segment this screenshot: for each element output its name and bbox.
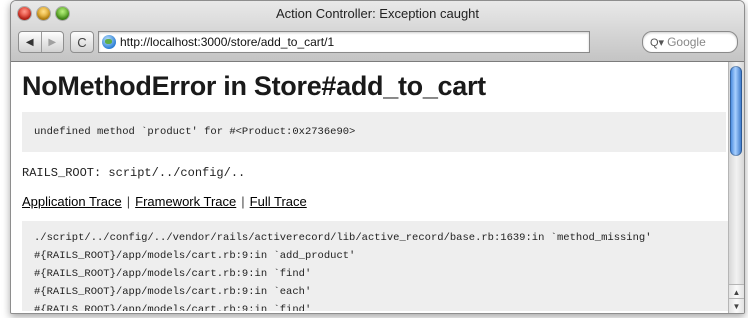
trace-box: ./script/../config/../vendor/rails/activ… bbox=[22, 221, 729, 311]
error-message-box: undefined method `product' for #<Product… bbox=[22, 112, 726, 152]
trace-line: #{RAILS_ROOT}/app/models/cart.rb:9:in `f… bbox=[34, 304, 312, 311]
link-separator: | bbox=[126, 194, 131, 209]
page-body: NoMethodError in Store#add_to_cart undef… bbox=[11, 62, 729, 313]
browser-window: Action Controller: Exception caught ◀ ▶ … bbox=[10, 0, 745, 314]
error-message: undefined method `product' for #<Product… bbox=[34, 126, 356, 138]
scroll-down-icon: ▼ bbox=[732, 301, 741, 311]
page-content: NoMethodError in Store#add_to_cart undef… bbox=[11, 62, 744, 313]
reload-button[interactable]: C bbox=[70, 31, 94, 53]
scroll-up-icon: ▲ bbox=[732, 287, 741, 297]
browser-toolbar: ◀ ▶ C http://localhost:3000/store/add_to… bbox=[18, 31, 738, 53]
navigation-buttons: ◀ ▶ bbox=[18, 31, 64, 53]
framework-trace-link[interactable]: Framework Trace bbox=[135, 194, 236, 209]
error-heading: NoMethodError in Store#add_to_cart bbox=[22, 71, 486, 101]
scroll-thumb[interactable] bbox=[730, 66, 742, 156]
forward-button[interactable]: ▶ bbox=[42, 32, 64, 52]
reload-icon: C bbox=[77, 34, 87, 50]
back-button[interactable]: ◀ bbox=[19, 32, 42, 52]
search-icon: Q▾ bbox=[650, 36, 665, 49]
window-title: Action Controller: Exception caught bbox=[275, 6, 480, 21]
forward-arrow-icon: ▶ bbox=[48, 36, 57, 48]
globe-icon bbox=[102, 35, 116, 49]
full-trace-link[interactable]: Full Trace bbox=[250, 194, 307, 209]
address-bar[interactable]: http://localhost:3000/store/add_to_cart/… bbox=[98, 31, 590, 53]
search-field[interactable]: Q▾ Google bbox=[642, 31, 738, 53]
link-separator: | bbox=[241, 194, 245, 209]
trace-line: #{RAILS_ROOT}/app/models/cart.rb:9:in `f… bbox=[34, 268, 312, 280]
trace-links: Application Trace | Framework Trace | Full T… bbox=[22, 194, 729, 209]
search-placeholder: Google bbox=[667, 35, 706, 49]
back-arrow-icon: ◀ bbox=[25, 36, 34, 48]
rails-root-text: RAILS_ROOT: script/../config/.. bbox=[22, 166, 246, 180]
trace-line: ./script/../config/../vendor/rails/activ… bbox=[34, 232, 652, 244]
vertical-scrollbar[interactable]: ▲ ▼ bbox=[728, 62, 744, 313]
application-trace-link[interactable]: Application Trace bbox=[22, 194, 122, 209]
address-text: http://localhost:3000/store/add_to_cart/… bbox=[120, 35, 335, 49]
trace-line: #{RAILS_ROOT}/app/models/cart.rb:9:in `e… bbox=[34, 286, 312, 298]
title-bar: Action Controller: Exception caught ◀ ▶ … bbox=[11, 1, 744, 62]
scroll-down-button[interactable]: ▼ bbox=[729, 298, 744, 313]
trace-line: #{RAILS_ROOT}/app/models/cart.rb:9:in `a… bbox=[34, 250, 356, 262]
scroll-up-button[interactable]: ▲ bbox=[729, 284, 744, 299]
